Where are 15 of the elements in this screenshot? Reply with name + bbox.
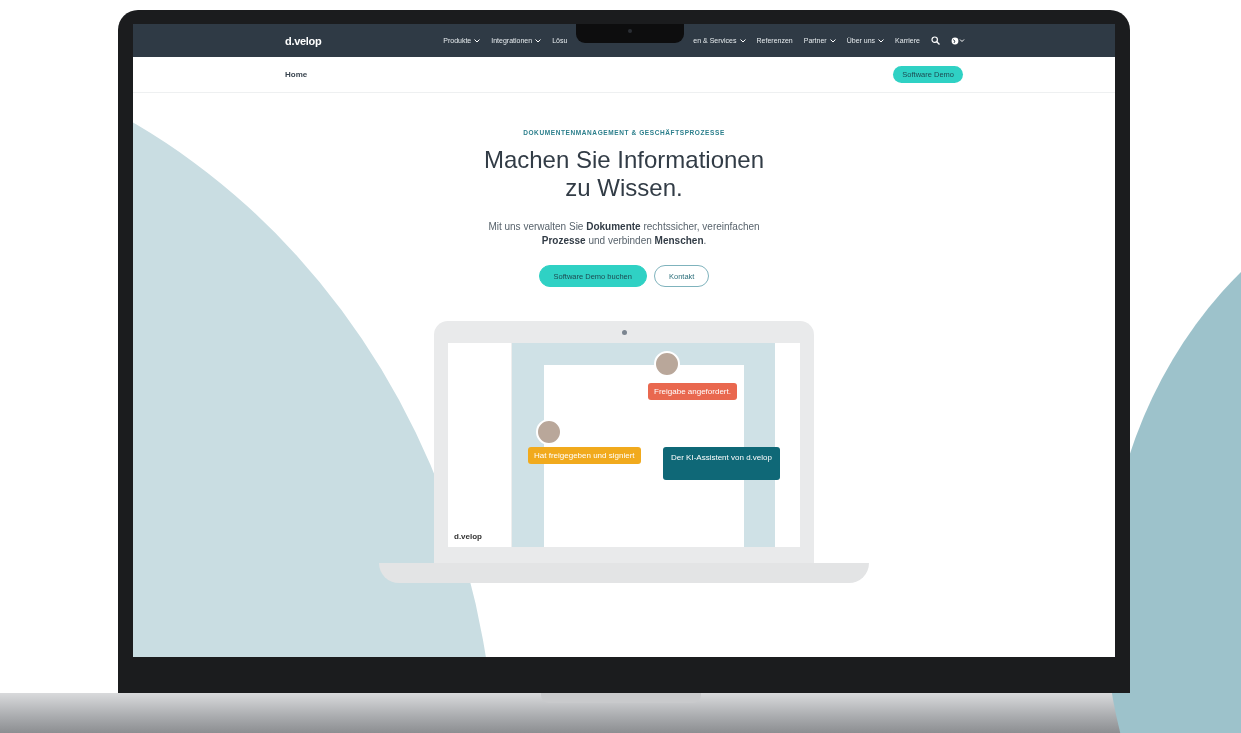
callout-label: Freigabe angefordert. (648, 383, 737, 400)
sidebar-logo: d.velop (454, 532, 483, 541)
callout-label: Der KI-Assistent von d.velop (663, 447, 780, 480)
globe-icon[interactable] (951, 36, 965, 45)
hero-title: Machen Sie Informationen zu Wissen. (482, 146, 766, 202)
logo[interactable]: d.velop (285, 34, 322, 47)
hero-description: Mit uns verwalten Sie Dokumente rechtssicher, vereinfachen Prozesse und verbinden Menschen. (487, 220, 761, 248)
callout-label: Hat freigegeben und signiert (528, 447, 641, 464)
chevron-icon (829, 38, 836, 43)
chevron-icon (739, 38, 746, 43)
breadcrumb-home[interactable]: Home (285, 70, 308, 79)
chevron-icon (474, 38, 481, 43)
search-icon[interactable] (931, 36, 940, 45)
chevron-icon (535, 38, 542, 43)
chevron-icon (878, 38, 885, 43)
